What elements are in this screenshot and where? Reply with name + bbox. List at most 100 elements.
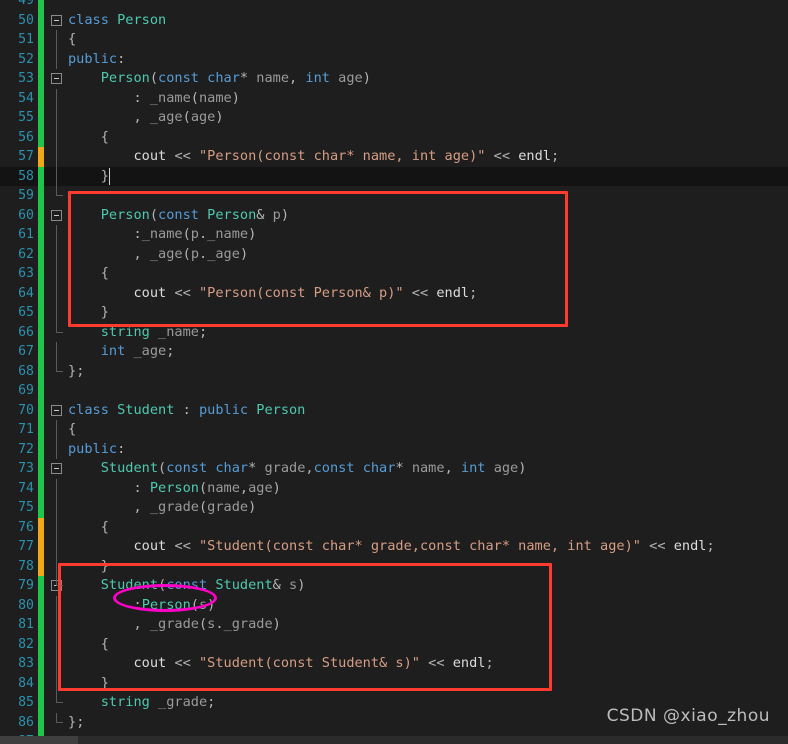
fold-gutter[interactable] [46,127,68,147]
fold-gutter[interactable] [46,439,68,459]
code-line[interactable]: 49 [0,0,788,11]
code-line[interactable]: 56 { [0,127,788,148]
fold-gutter[interactable] [46,88,68,108]
fold-collapse-icon[interactable] [51,404,62,416]
code-text[interactable]: :_name(p._name) [68,225,257,245]
fold-gutter[interactable] [46,225,68,245]
code-line[interactable]: 51 { [0,30,788,50]
code-text[interactable]: cout << "Person(const Person& p)" << end… [68,284,478,304]
fold-gutter[interactable] [46,576,68,596]
code-text[interactable]: } [68,167,109,187]
fold-gutter[interactable] [46,108,68,128]
code-text[interactable]: string _grade; [68,693,216,713]
code-text[interactable]: cout << "Student(const char* grade,const… [68,537,715,557]
fold-gutter[interactable] [46,517,68,537]
code-line[interactable]: 59 [0,186,788,206]
code-line[interactable]: 53 Person(const char* name, int age) [0,69,788,89]
code-line[interactable]: 77 cout << "Student(const char* grade,co… [0,537,788,557]
fold-gutter[interactable] [46,206,68,226]
fold-gutter[interactable] [46,634,68,654]
code-text[interactable]: string _name; [68,323,207,343]
code-line[interactable]: 75 , _grade(grade) [0,498,788,518]
fold-gutter[interactable] [46,381,68,401]
fold-gutter[interactable] [46,693,68,713]
code-text[interactable]: }; [68,713,84,733]
code-text[interactable]: } [68,674,109,694]
code-line[interactable]: 84 } [0,673,788,694]
code-line[interactable]: 61 :_name(p._name) [0,225,788,245]
code-text[interactable]: Student(const char* grade,const char* na… [68,459,527,479]
fold-gutter[interactable] [46,615,68,635]
fold-gutter[interactable] [46,0,68,11]
fold-gutter[interactable] [46,712,68,733]
code-text[interactable]: class Student : public Person [68,401,305,421]
code-line[interactable]: 57 cout << "Person(const char* name, int… [0,147,788,167]
fold-collapse-icon[interactable] [51,73,62,84]
code-text[interactable]: Person(const char* name, int age) [68,69,371,89]
fold-gutter[interactable] [46,498,68,518]
code-text[interactable]: { [68,30,76,50]
fold-gutter[interactable] [46,556,68,576]
code-text[interactable]: Person(const Person& p) [68,206,289,226]
code-text[interactable]: } [68,303,109,323]
fold-gutter[interactable] [46,654,68,674]
code-line[interactable]: 62 , _age(p._age) [0,244,788,264]
fold-gutter[interactable] [46,459,68,479]
code-text[interactable]: public: [68,440,125,460]
fold-collapse-icon[interactable] [51,209,62,221]
code-text[interactable]: int _age; [68,342,175,362]
code-line[interactable]: 67 int _age; [0,342,788,362]
fold-gutter[interactable] [46,49,68,69]
code-text[interactable]: public: [68,50,125,70]
code-text[interactable]: class Person [68,11,166,31]
code-text[interactable]: Student(const Student& s) [68,576,306,596]
fold-gutter[interactable] [46,264,68,284]
code-line[interactable]: 78 } [0,556,788,577]
code-line[interactable]: 72 public: [0,439,788,460]
fold-gutter[interactable] [46,342,68,362]
code-text[interactable]: { [68,518,109,538]
fold-gutter[interactable] [46,420,68,440]
fold-gutter[interactable] [46,595,68,615]
fold-gutter[interactable] [46,11,68,31]
horizontal-scrollbar[interactable] [0,736,788,744]
code-line[interactable]: 82 { [0,634,788,654]
fold-gutter[interactable] [46,147,68,167]
code-line[interactable]: 54 : _name(name) [0,88,788,109]
code-line[interactable]: 68}; [0,361,788,382]
fold-gutter[interactable] [46,537,68,557]
code-line[interactable]: 80 :Person(s) [0,595,788,616]
code-text[interactable]: } [68,557,109,577]
code-line[interactable]: 83 cout << "Student(const Student& s)" <… [0,654,788,674]
code-line[interactable]: 66 string _name; [0,322,788,343]
code-line[interactable]: 69 [0,381,788,401]
fold-gutter[interactable] [46,401,68,421]
code-line[interactable]: 76 { [0,517,788,538]
code-text[interactable]: , _grade(grade) [68,498,257,518]
fold-gutter[interactable] [46,283,68,303]
code-line[interactable]: 70 class Student : public Person [0,400,788,421]
code-line[interactable]: 65 } [0,303,788,323]
fold-gutter[interactable] [46,322,68,343]
code-editor[interactable]: 49 50 class Person 51{52 public: 53 Person(co… [0,0,788,744]
horizontal-scrollbar-thumb[interactable] [0,736,78,744]
code-line[interactable]: 60 Person(const Person& p) [0,205,788,226]
fold-gutter[interactable] [46,361,68,382]
code-text[interactable]: }; [68,362,84,382]
fold-gutter[interactable] [46,30,68,50]
code-line[interactable]: 74 : Person(name,age) [0,478,788,498]
code-text[interactable]: { [68,128,109,148]
fold-gutter[interactable] [46,166,68,186]
code-text[interactable]: cout << "Student(const Student& s)" << e… [68,654,494,674]
fold-gutter[interactable] [46,69,68,89]
code-line[interactable]: 73 Student(const char* grade,const char*… [0,459,788,479]
code-line[interactable]: 55 , _age(age) [0,108,788,128]
fold-gutter[interactable] [46,186,68,206]
code-text[interactable]: : _name(name) [68,89,240,109]
code-line[interactable]: 50 class Person [0,10,788,31]
code-line[interactable]: 52 public: [0,49,788,70]
code-text[interactable]: cout << "Person(const char* name, int ag… [68,147,560,167]
code-line[interactable]: 64 cout << "Person(const Person& p)" << … [0,283,788,304]
code-text[interactable]: :Person(s) [68,596,216,616]
code-text[interactable]: , _age(age) [68,108,224,128]
